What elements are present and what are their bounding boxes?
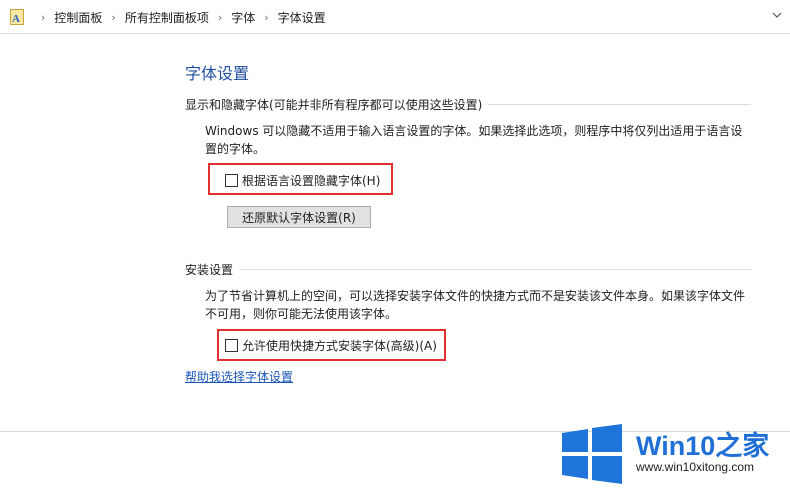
divider [239,269,751,270]
install-section-heading-text: 安装设置 [185,263,234,277]
breadcrumb-item-fonts[interactable]: 字体 [231,9,255,26]
windows-logo-icon [562,424,622,484]
watermark-brand-en: Win10 [636,431,716,461]
checkbox-box[interactable] [225,339,238,352]
breadcrumb-separator: › [217,10,223,24]
breadcrumb-item-control-panel[interactable]: 控制面板 [54,9,102,26]
hide-section-heading-text: 显示和隐藏字体(可能并非所有程序都可以使用这些设置) [185,98,483,112]
breadcrumb-item-all-items[interactable]: 所有控制面板项 [125,9,209,26]
address-bar[interactable]: A › 控制面板 › 所有控制面板项 › 字体 › 字体设置 [0,0,790,34]
breadcrumb-separator: › [41,10,46,24]
page-title: 字体设置 [185,64,250,83]
breadcrumb: › 控制面板 › 所有控制面板项 › 字体 › 字体设置 [32,0,326,34]
watermark-url: www.win10xitong.com [636,460,755,474]
breadcrumb-item-font-settings[interactable]: 字体设置 [278,9,326,26]
checkbox-box[interactable] [225,174,238,187]
breadcrumb-separator: › [111,10,116,24]
watermark-logo: Win10之家 www.win10xitong.com [556,420,786,490]
watermark-brand: Win10之家 [636,424,769,463]
install-section-heading: 安装设置 [185,261,751,278]
install-section-description: 为了节省计算机上的空间，可以选择安装字体文件的快捷方式而不是安装该文件本身。如果… [205,289,746,321]
divider [488,104,751,105]
hide-fonts-checkbox-label: 根据语言设置隐藏字体(H) [242,174,381,188]
svg-text:A: A [12,13,20,25]
help-link[interactable]: 帮助我选择字体设置 [185,368,293,385]
font-folder-icon: A [10,9,24,25]
watermark-brand-zh: 之家 [715,431,770,461]
shortcut-install-checkbox-label: 允许使用快捷方式安装字体(高级)(A) [242,339,437,353]
hide-section-description: Windows 可以隐藏不适用于输入语言设置的字体。如果选择此选项，则程序中将仅… [205,124,743,156]
shortcut-install-checkbox[interactable]: 允许使用快捷方式安装字体(高级)(A) [225,337,437,354]
restore-defaults-button[interactable]: 还原默认字体设置(R) [227,206,371,228]
hide-section-heading: 显示和隐藏字体(可能并非所有程序都可以使用这些设置) [185,96,751,113]
hide-fonts-checkbox[interactable]: 根据语言设置隐藏字体(H) [225,172,380,189]
breadcrumb-separator: › [264,10,269,24]
chevron-down-icon[interactable] [772,10,782,23]
